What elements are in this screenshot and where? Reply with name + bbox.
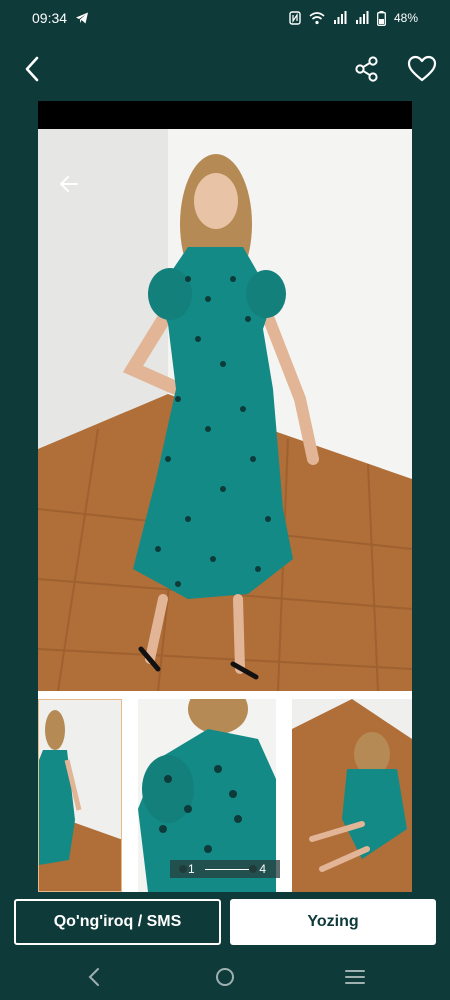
thumbnail-1[interactable] <box>38 699 122 892</box>
signal-icon <box>355 11 369 24</box>
gallery-pager: 1 4 <box>170 860 280 878</box>
pager-divider <box>205 868 249 870</box>
battery-percent: 48% <box>393 11 418 25</box>
status-time: 09:34 <box>32 10 68 26</box>
photo-back-button[interactable] <box>58 173 80 195</box>
thumbnail-1-image <box>39 700 121 891</box>
status-left: 09:34 <box>32 10 89 26</box>
thumbnail-3-image <box>292 699 412 892</box>
heart-icon <box>407 55 437 82</box>
signal-icon <box>333 11 347 24</box>
battery-icon <box>377 10 386 26</box>
recents-icon <box>345 970 365 984</box>
call-sms-label: Qo'ng'iroq / SMS <box>53 913 182 930</box>
pager-current: 1 <box>188 862 195 876</box>
share-icon <box>355 56 378 82</box>
dress-photo-illustration <box>38 129 412 691</box>
status-bar: 09:34 48% <box>0 0 450 36</box>
back-icon <box>88 968 99 986</box>
share-button[interactable] <box>352 54 382 84</box>
write-message-button[interactable]: Yozing <box>230 899 436 945</box>
back-button[interactable] <box>18 52 48 86</box>
favorite-button[interactable] <box>406 54 438 84</box>
top-bar <box>0 44 450 94</box>
nfc-icon <box>289 11 301 25</box>
pager-total: 4 <box>259 862 266 876</box>
gallery-top-band <box>38 101 412 129</box>
status-right: 48% <box>289 10 418 26</box>
write-message-label: Yozing <box>307 913 359 930</box>
thumbnail-3[interactable] <box>292 699 412 892</box>
system-recents-button[interactable] <box>340 965 370 989</box>
arrow-left-icon <box>60 176 78 192</box>
home-icon <box>216 968 234 986</box>
call-sms-button[interactable]: Qo'ng'iroq / SMS <box>14 899 221 945</box>
telegram-icon <box>76 12 89 24</box>
wifi-icon <box>309 12 325 25</box>
product-gallery[interactable] <box>38 101 412 892</box>
system-home-button[interactable] <box>210 965 240 989</box>
main-product-photo[interactable] <box>38 129 412 691</box>
chevron-left-icon <box>25 56 39 82</box>
system-nav-bar <box>0 955 450 1000</box>
system-back-button[interactable] <box>80 965 110 989</box>
